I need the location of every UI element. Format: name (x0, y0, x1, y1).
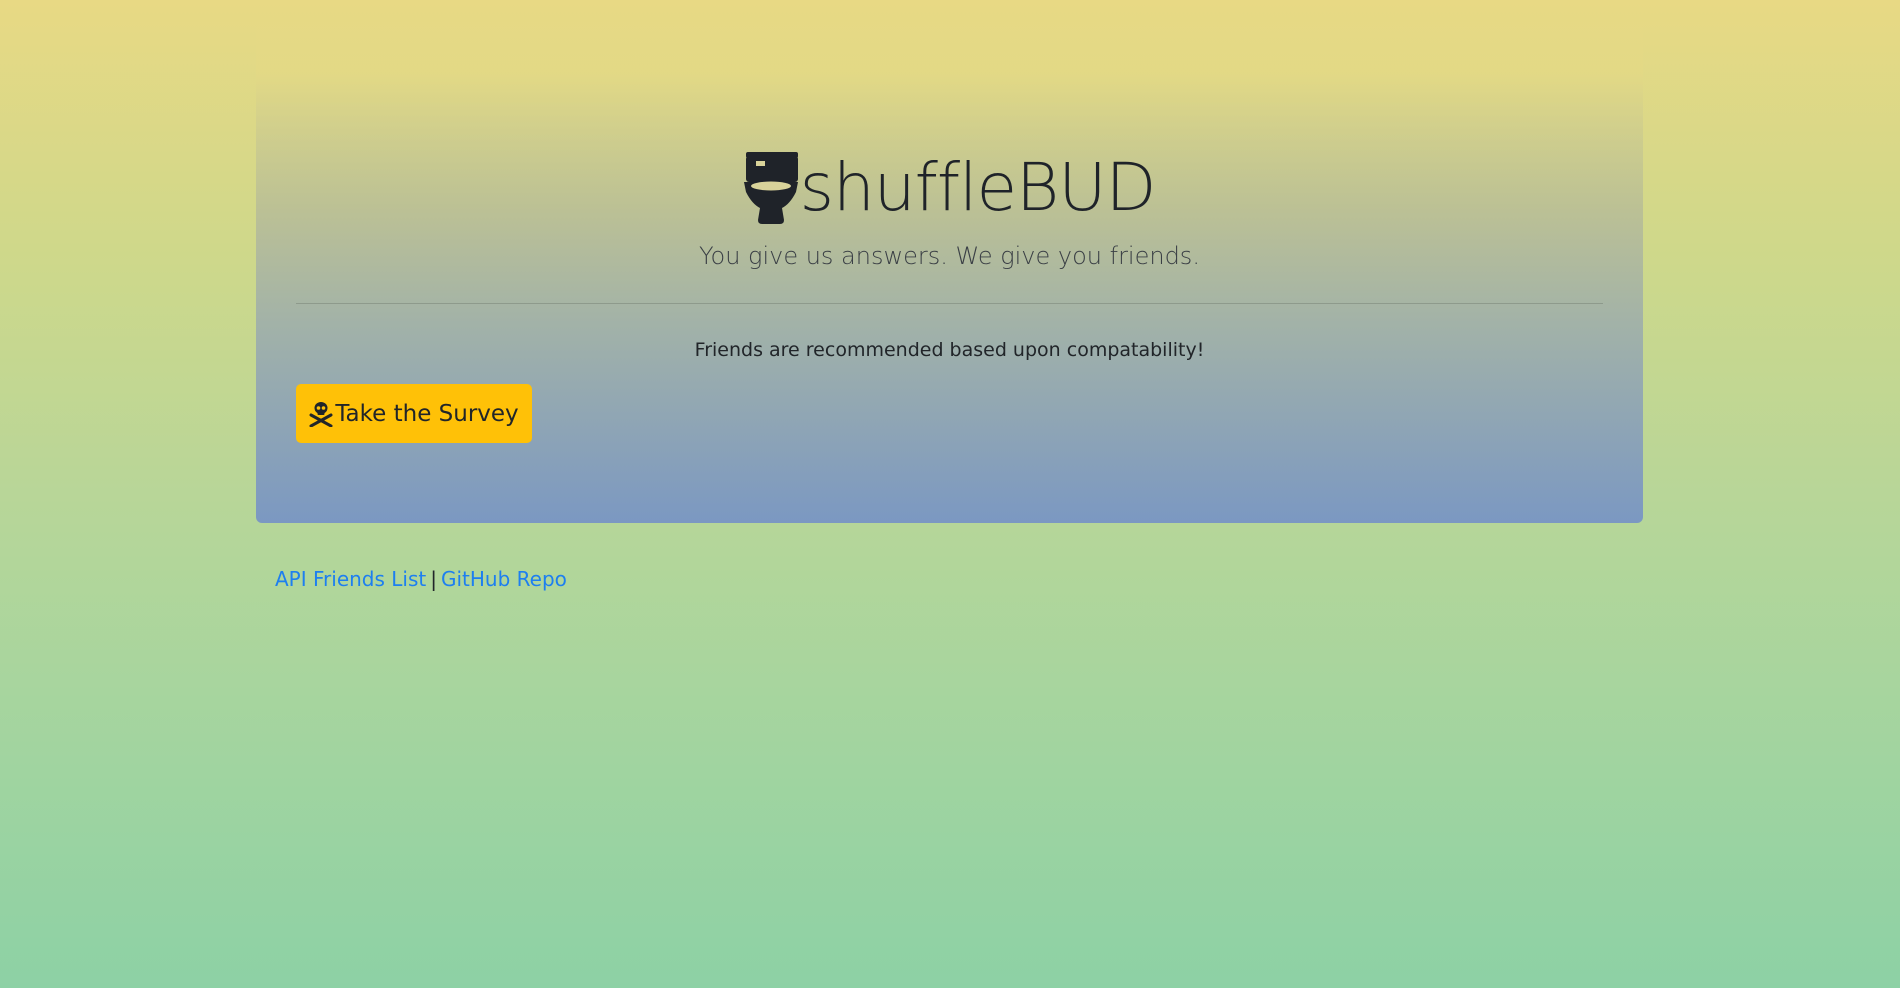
jumbotron: shuffleBUD You give us answers. We give … (256, 0, 1643, 523)
divider (296, 303, 1603, 304)
footer-separator: | (430, 567, 437, 591)
api-friends-list-link[interactable]: API Friends List (275, 567, 426, 591)
footer: API Friends List | GitHub Repo (275, 564, 567, 594)
lead-text: Friends are recommended based upon compa… (694, 339, 1205, 361)
github-repo-link[interactable]: GitHub Repo (441, 567, 567, 591)
toilet-icon (743, 152, 798, 224)
take-survey-button[interactable]: Take the Survey (296, 384, 532, 443)
page-subtitle: You give us answers. We give you friends… (699, 242, 1200, 270)
skull-crossbones-icon (309, 401, 333, 427)
take-survey-label: Take the Survey (335, 400, 519, 427)
title-row: shuffleBUD (256, 148, 1643, 228)
page-title: shuffleBUD (799, 149, 1157, 226)
